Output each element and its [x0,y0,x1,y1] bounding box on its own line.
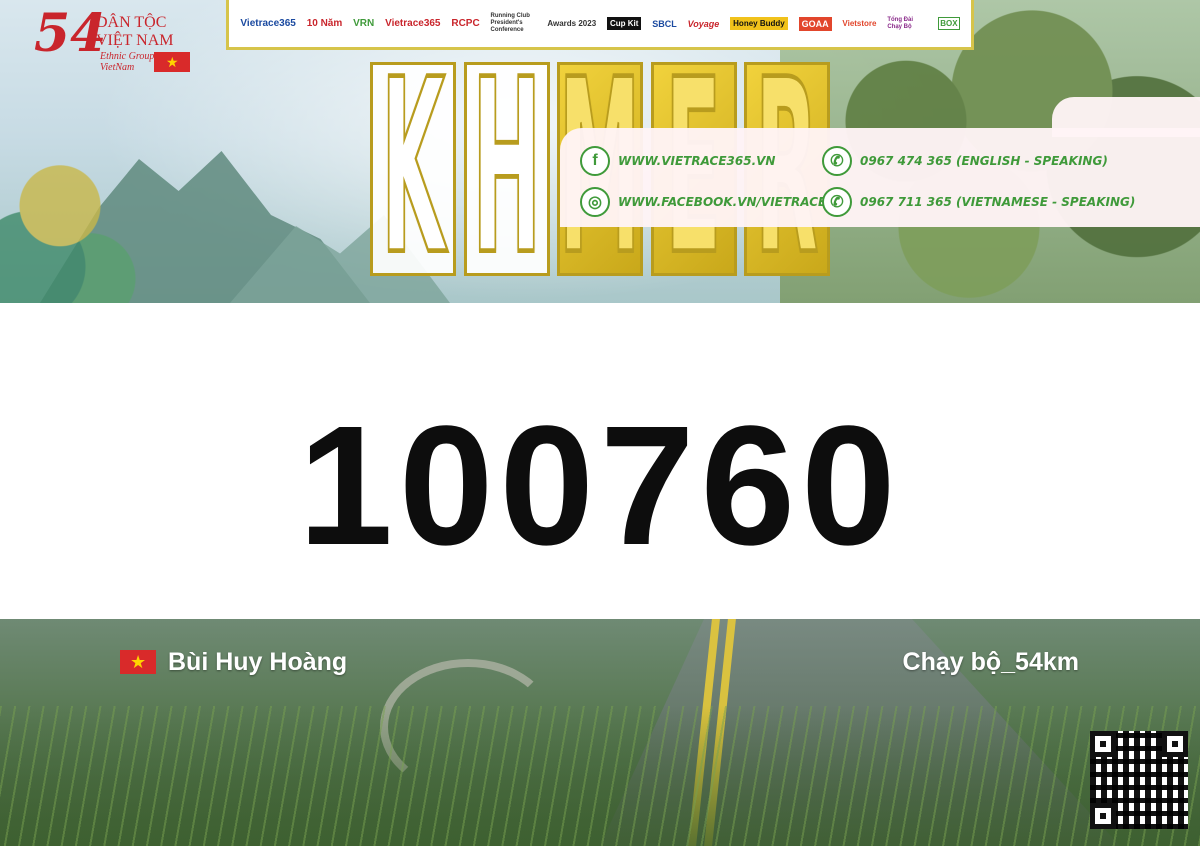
logo-line1: DÂN TỘC [96,14,167,31]
ornament-decoration [0,60,150,303]
sponsor-logo: RCPC [451,18,480,29]
phone-vietnamese[interactable]: ✆ 0967 711 365 (VIETNAMESE - SPEAKING) [822,187,1135,217]
qr-finder [1090,731,1116,757]
sponsor-logo: Awards 2023 [547,19,597,28]
phone-icon: ✆ [822,187,852,217]
phone-english-text: 0967 474 365 (ENGLISH - SPEAKING) [860,154,1108,168]
sponsor-logo: Cup Kit [607,17,642,30]
website-text: WWW.VIETRACE365.VN [618,154,776,168]
website-link[interactable]: f WWW.VIETRACE365.VN [580,146,775,176]
globe-icon: ◎ [580,187,610,217]
sponsor-logo: GOAA [798,16,832,31]
sponsor-bar: Vietrace365 10 Năm VRN Vietrace365 RCPC … [226,0,974,50]
sponsor-logo: Voyage [687,18,720,29]
sponsor-logo: Running Club President's Conference [490,13,530,33]
vietnam-flag-icon [154,52,190,72]
qr-finder [1090,803,1116,829]
runner-info: Bùi Huy Hoàng [120,646,347,678]
facebook-icon: f [580,146,610,176]
phone-vietnamese-text: 0967 711 365 (VIETNAMESE - SPEAKING) [860,195,1136,209]
phone-english[interactable]: ✆ 0967 474 365 (ENGLISH - SPEAKING) [822,146,1108,176]
qr-finder [1162,731,1188,757]
sponsor-logo: Vietrace365 [385,18,441,29]
sponsor-logo: 10 Năm [306,18,343,29]
qr-code[interactable] [1090,731,1188,829]
footer-section: Bùi Huy Hoàng Chạy bộ_54km [0,619,1200,846]
title-letter: K [370,62,456,276]
sponsor-logo: Vietrace365 [240,18,296,29]
phone-icon: ✆ [822,146,852,176]
sponsor-logo: SBCL [652,18,677,29]
bib-section: 100760 [0,303,1200,619]
grass-image [0,706,1200,846]
race-category: Chạy bộ_54km [902,648,1079,676]
facebook-link[interactable]: ◎ WWW.FACEBOOK.VN/VIETRACE365 [580,187,851,217]
sponsor-logo: VRN [353,18,375,29]
sponsor-logo: BOX [938,17,960,30]
facebook-text: WWW.FACEBOOK.VN/VIETRACE365 [618,195,852,209]
logo-line2: VIỆT NAM [96,32,174,49]
sponsor-logo: Vietstore [842,19,877,28]
runner-name: Bùi Huy Hoàng [168,647,348,676]
title-letter: H [463,62,550,276]
sponsor-logo: Honey Buddy [730,17,788,30]
event-logo: 54 DÂN TỘC VIỆT NAM Ethnic Group In Viet… [34,8,204,80]
sponsor-logo: Tổng Đài Chạy Bộ [887,16,914,30]
bib-number: 100760 [298,391,902,581]
vietnam-flag-icon [120,650,156,674]
